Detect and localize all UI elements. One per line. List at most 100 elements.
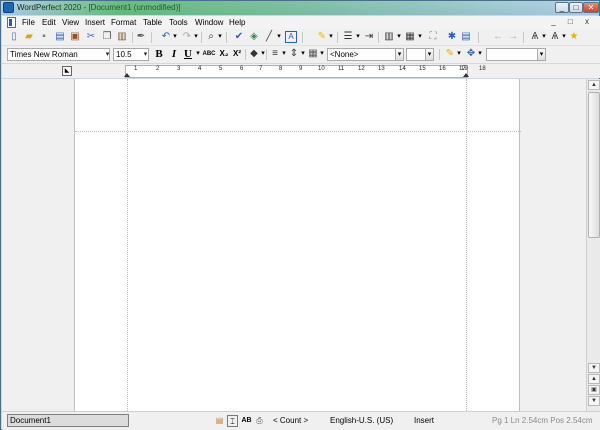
word-count[interactable]: < Count >	[273, 416, 308, 425]
abc-strikeout-button[interactable]: ABC	[202, 48, 216, 60]
toolbar-separator	[132, 32, 133, 43]
indent-icon[interactable]: ⇥	[363, 31, 375, 43]
zoom-dropdown-icon[interactable]: ▾	[214, 31, 226, 43]
window-title: WordPerfect 2020 - [Document1 (unmodifie…	[17, 3, 181, 12]
ruler-number: 4	[198, 66, 202, 72]
menu-file[interactable]: File	[22, 18, 35, 27]
scroll-down-icon[interactable]: ▼	[588, 363, 600, 373]
clipboard-icon[interactable]: ▤	[214, 415, 225, 427]
ruler-number: 14	[399, 66, 406, 72]
menu-tools[interactable]: Tools	[169, 18, 188, 27]
printer-status-icon[interactable]: ⎙	[254, 415, 265, 427]
wordperfect-app-icon[interactable]	[3, 2, 14, 13]
star-icon[interactable]: ★	[568, 31, 580, 43]
text-box-icon[interactable]: A	[285, 31, 297, 43]
ruler-number: 15	[419, 66, 426, 72]
forward-arrow-icon[interactable]: →	[507, 31, 519, 43]
style-select[interactable]: <None>	[327, 48, 403, 61]
ruler-corner-icon[interactable]: ◣	[62, 66, 72, 76]
vertical-scrollbar[interactable]: ▲ ▼ ▲ ▣ ▼	[586, 79, 600, 411]
ruler-number: 7	[259, 66, 263, 72]
new-document-icon[interactable]: ▯	[8, 31, 20, 43]
insert-mode-indicator[interactable]: Insert	[414, 416, 434, 425]
toolbar-separator	[266, 49, 267, 60]
toolbar-separator	[478, 32, 479, 43]
doc-restore-button[interactable]: □	[568, 17, 578, 26]
chevron-down-icon[interactable]: ▾	[141, 48, 150, 61]
ruler[interactable]: 1 2 3 4 5 6 7 8 9 10 11 12 13 14 15 16 1…	[124, 65, 486, 78]
ruler-number: 8	[279, 66, 283, 72]
line-dropdown-icon[interactable]: ▾	[273, 31, 285, 43]
ruler-number: 5	[219, 66, 223, 72]
clipart-icon[interactable]: ◈	[248, 31, 260, 43]
menu-edit[interactable]: Edit	[42, 18, 56, 27]
shadow-cursor-dropdown-icon[interactable]: ▾	[474, 48, 486, 60]
copy-icon[interactable]: ❐	[101, 31, 113, 43]
status-bar: Document1 ▤ ⌶ AB ⎙ < Count > English-U.S…	[2, 411, 600, 430]
menu-view[interactable]: View	[62, 18, 79, 27]
open-folder-icon[interactable]: ▰	[23, 31, 35, 43]
menu-format[interactable]: Format	[111, 18, 136, 27]
full-page-icon[interactable]: ⛶	[427, 31, 439, 43]
ruler-number: 18	[479, 66, 486, 72]
minimize-button[interactable]: _	[555, 2, 569, 13]
menu-help[interactable]: Help	[229, 18, 245, 27]
print-icon[interactable]: ▤	[54, 31, 66, 43]
undo-dropdown-icon[interactable]: ▾	[169, 31, 181, 43]
back-arrow-icon[interactable]: ←	[492, 31, 504, 43]
close-button[interactable]: ✕	[583, 2, 599, 13]
spell-as-you-go-icon[interactable]: AB	[241, 415, 252, 427]
next-page-icon[interactable]: ▼	[588, 396, 600, 406]
ruler-number: 12	[358, 66, 365, 72]
styles-dropdown-icon[interactable]: ▾	[453, 48, 465, 60]
property-bar: Times New Roman ▾ 10.5 ▾ B I U ▾ ABC X₂ …	[2, 46, 600, 63]
browse-icon[interactable]: ▣	[588, 385, 600, 395]
cut-icon[interactable]: ✂	[85, 31, 97, 43]
ruler-number: 1	[134, 66, 138, 72]
doc-minimize-button[interactable]: _	[551, 17, 560, 26]
chevron-down-icon[interactable]: ▾	[537, 48, 546, 61]
paste-icon[interactable]: ▥	[116, 31, 128, 43]
menu-insert[interactable]: Insert	[85, 18, 105, 27]
right-margin-marker[interactable]	[463, 73, 469, 77]
toolbar-separator	[337, 32, 338, 43]
menu-window[interactable]: Window	[195, 18, 223, 27]
language-indicator[interactable]: English-U.S. (US)	[330, 416, 393, 425]
maximize-button[interactable]: □	[569, 2, 583, 13]
italic-button[interactable]: I	[168, 48, 180, 60]
scroll-up-icon[interactable]: ▲	[588, 80, 600, 90]
wordperfect-icon[interactable]: ✒	[135, 31, 147, 43]
bold-button[interactable]: B	[153, 48, 165, 60]
menu-table[interactable]: Table	[143, 18, 162, 27]
scroll-thumb[interactable]	[588, 92, 600, 238]
asterisk-icon[interactable]: ✱	[446, 31, 458, 43]
highlight-dropdown-icon[interactable]: ▾	[325, 31, 337, 43]
toolbar-separator	[151, 32, 152, 43]
spell-check-icon[interactable]: ✔	[233, 31, 245, 43]
document-area	[2, 79, 586, 411]
subscript-button[interactable]: X₂	[218, 48, 230, 60]
document-tab[interactable]: Document1	[7, 414, 129, 427]
font-family-select[interactable]: Times New Roman	[7, 48, 110, 61]
print-preview-icon[interactable]: ▣	[69, 31, 81, 43]
quickmark-icon[interactable]: ▤	[460, 31, 472, 43]
left-margin-marker[interactable]	[124, 73, 130, 77]
chevron-down-icon[interactable]: ▾	[395, 48, 404, 61]
font-color-dropdown-icon[interactable]: ▾	[257, 48, 269, 60]
document-page[interactable]	[74, 79, 521, 411]
document-menu-icon[interactable]	[7, 17, 16, 28]
doc-close-button[interactable]: x	[585, 17, 594, 26]
chevron-down-icon[interactable]: ▾	[425, 48, 434, 61]
table-dropdown-icon[interactable]: ▾	[414, 31, 426, 43]
superscript-button[interactable]: X²	[231, 48, 243, 60]
chevron-down-icon[interactable]: ▾	[103, 48, 112, 61]
cursor-position[interactable]: Pg 1 Ln 2.54cm Pos 2.54cm	[492, 416, 593, 425]
ruler-number: 16	[439, 66, 446, 72]
document-window-controls[interactable]: _ □ x	[551, 17, 594, 26]
ruler-number: 9	[299, 66, 303, 72]
ruler-number: 10	[318, 66, 325, 72]
save-icon[interactable]: ▪	[38, 31, 50, 43]
previous-page-icon[interactable]: ▲	[588, 374, 600, 384]
insert-mode-icon[interactable]: ⌶	[227, 415, 238, 427]
ruler-number: 2	[156, 66, 160, 72]
